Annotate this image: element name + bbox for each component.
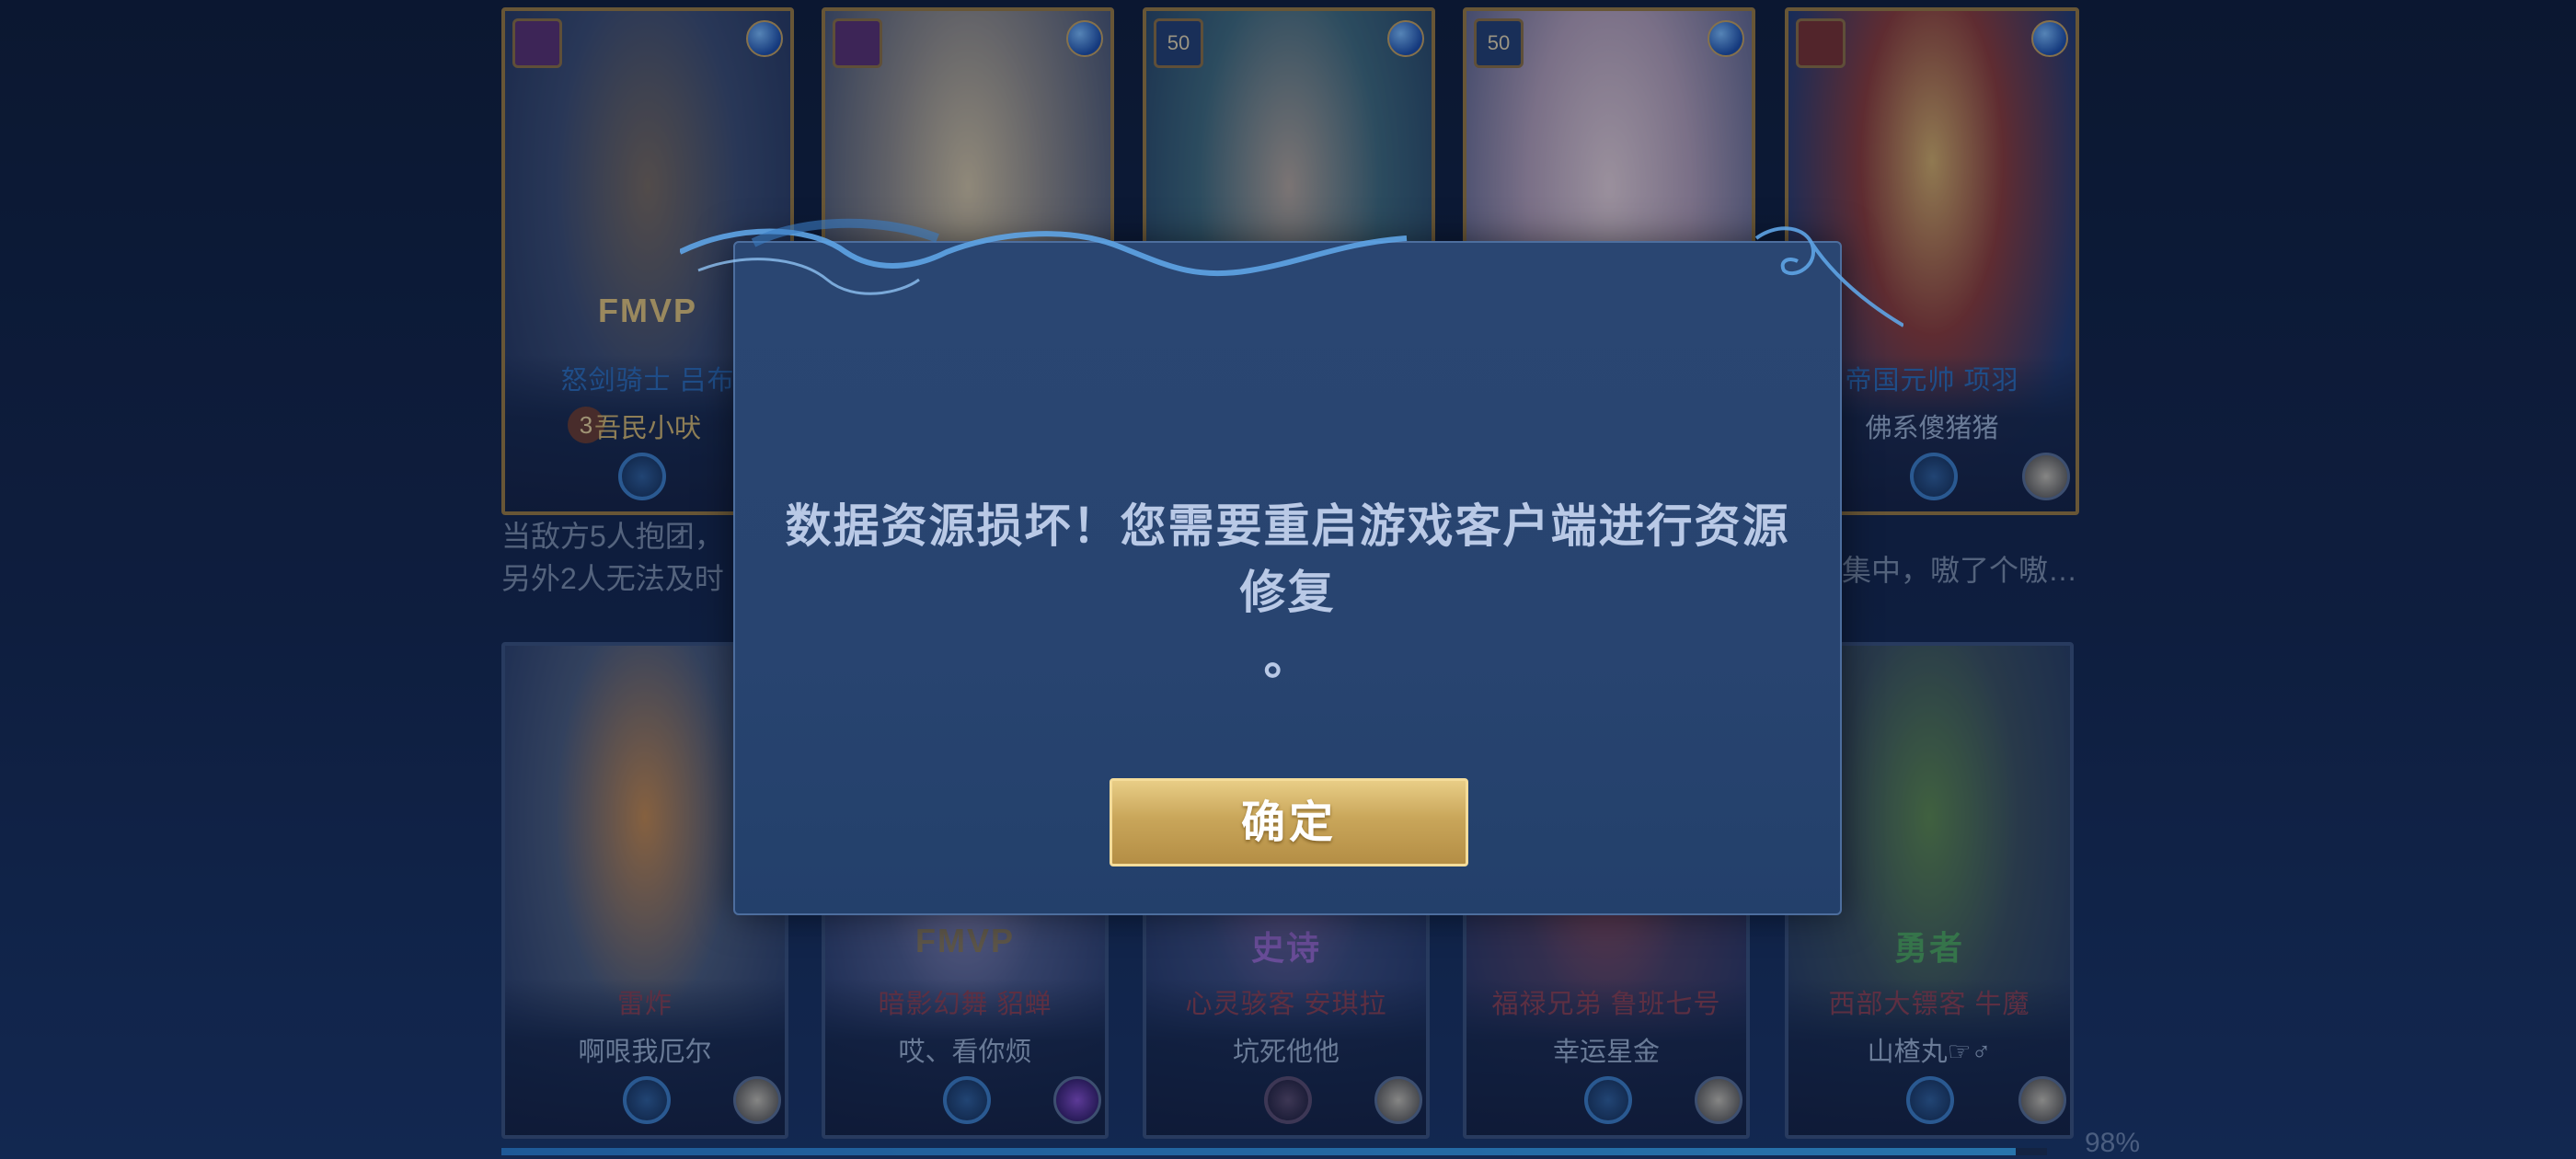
- dialog-swirl-decoration: [680, 218, 1903, 327]
- confirm-button[interactable]: 确定: [1110, 778, 1468, 866]
- error-message: 数据资源损坏！您需要重启游戏客户端进行资源修复 。: [785, 499, 1790, 685]
- error-dialog: 数据资源损坏！您需要重启游戏客户端进行资源修复 。 确定: [680, 218, 1903, 915]
